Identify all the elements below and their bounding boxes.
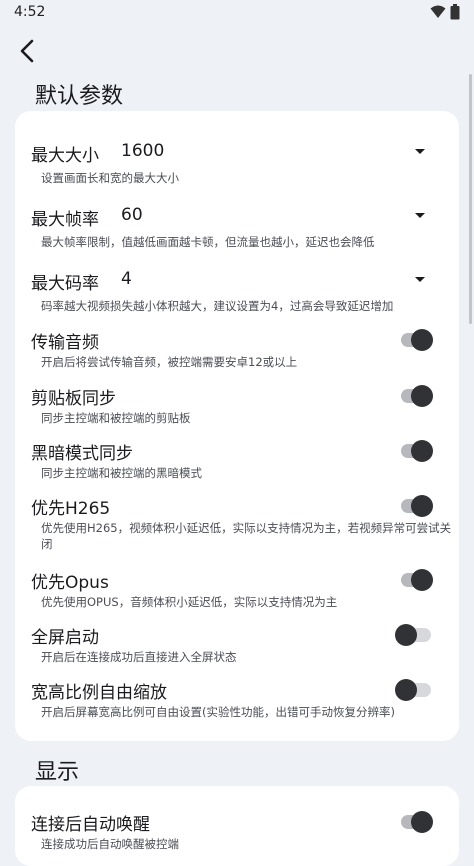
section-title-defaults: 默认参数 [35,84,124,109]
setting-title: 剪贴板同步 [31,389,116,409]
setting-desc: 最大帧率限制，值越低画面越卡顿，但流量也越小，延迟也会降低 [41,235,375,249]
fullscreen-start-toggle[interactable] [395,624,431,646]
setting-clipboard-sync[interactable]: 剪贴板同步 同步主控端和被控端的剪贴板 [31,384,451,428]
scrollbar[interactable] [469,74,472,324]
prefer-opus-toggle[interactable] [401,569,433,591]
free-aspect-ratio-toggle[interactable] [395,679,431,701]
setting-title: 优先H265 [31,499,111,519]
toggle-knob [395,679,417,701]
toggle-knob [395,624,417,646]
setting-fullscreen-start[interactable]: 全屏启动 开启后在连接成功后直接进入全屏状态 [31,623,451,667]
setting-title: 最大码率 [31,274,99,294]
setting-title: 宽高比例自由缩放 [31,683,167,703]
max-fps-value[interactable]: 60 [121,205,143,225]
status-time: 4:52 [14,4,46,20]
setting-title: 传输音频 [31,333,99,353]
setting-max-fps[interactable]: 最大帧率 60 最大帧率限制，值越低画面越卡顿，但流量也越小，延迟也会降低 [31,205,451,251]
setting-title: 连接后自动唤醒 [31,815,150,835]
setting-desc: 码率越大视频损失越小体积越大，建议设置为4，过高会导致延迟增加 [41,299,394,313]
setting-desc: 设置画面长和宽的最大大小 [41,171,179,185]
toggle-knob [411,811,433,833]
setting-title: 最大帧率 [31,210,99,230]
setting-desc: 开启后将尝试传输音频，被控端需要安卓12或以上 [41,355,298,369]
setting-desc: 同步主控端和被控端的黑暗模式 [41,466,202,480]
chevron-down-icon[interactable] [415,213,425,218]
setting-desc: 同步主控端和被控端的剪贴板 [41,411,191,425]
setting-desc: 开启后屏幕宽高比例可自由设置(实验性功能，出错可手动恢复分辨率) [41,705,395,719]
dark-mode-sync-toggle[interactable] [401,440,433,462]
prefer-h265-toggle[interactable] [401,495,433,517]
chevron-down-icon[interactable] [415,277,425,282]
setting-dark-mode-sync[interactable]: 黑暗模式同步 同步主控端和被控端的黑暗模式 [31,439,451,483]
clipboard-sync-toggle[interactable] [401,385,433,407]
setting-title: 全屏启动 [31,628,99,648]
display-card: 连接后自动唤醒 连接成功后自动唤醒被控端 [15,786,459,866]
setting-desc: 优先使用H265，视频体积小延迟低，实际以支持情况为主，若视频异常可尝试关闭 [41,521,452,551]
setting-title: 最大大小 [31,146,99,166]
setting-prefer-opus[interactable]: 优先Opus 优先使用OPUS，音频体积小延迟低，实际以支持情况为主 [31,568,451,612]
toggle-knob [411,329,433,351]
status-bar: 4:52 [0,0,474,26]
setting-max-size[interactable]: 最大大小 1600 设置画面长和宽的最大大小 [31,141,451,187]
setting-auto-wake[interactable]: 连接后自动唤醒 连接成功后自动唤醒被控端 [31,810,451,854]
max-size-value[interactable]: 1600 [121,141,164,161]
toggle-knob [411,385,433,407]
setting-title: 黑暗模式同步 [31,444,133,464]
setting-max-bitrate[interactable]: 最大码率 4 码率越大视频损失越小体积越大，建议设置为4，过高会导致延迟增加 [31,269,451,315]
back-button[interactable] [12,36,42,66]
max-bitrate-value[interactable]: 4 [121,269,132,289]
setting-free-aspect-ratio[interactable]: 宽高比例自由缩放 开启后屏幕宽高比例可自由设置(实验性功能，出错可手动恢复分辨率… [31,678,451,722]
wifi-icon [430,5,446,18]
back-arrow-icon [20,39,34,63]
setting-prefer-h265[interactable]: 优先H265 优先使用H265，视频体积小延迟低，实际以支持情况为主，若视频异常… [31,494,451,556]
setting-desc: 连接成功后自动唤醒被控端 [41,837,179,851]
setting-title: 优先Opus [31,573,109,593]
defaults-card: 最大大小 1600 设置画面长和宽的最大大小 最大帧率 60 最大帧率限制，值越… [15,111,459,741]
setting-audio[interactable]: 传输音频 开启后将尝试传输音频，被控端需要安卓12或以上 [31,328,451,372]
toggle-knob [411,495,433,517]
section-title-display: 显示 [35,760,80,785]
chevron-down-icon[interactable] [415,149,425,154]
setting-desc: 优先使用OPUS，音频体积小延迟低，实际以支持情况为主 [41,595,338,609]
toggle-knob [411,569,433,591]
battery-icon [450,4,460,20]
auto-wake-toggle[interactable] [401,811,433,833]
toggle-knob [411,440,433,462]
status-icons [430,4,460,20]
audio-toggle[interactable] [401,329,433,351]
setting-desc: 开启后在连接成功后直接进入全屏状态 [41,650,237,664]
